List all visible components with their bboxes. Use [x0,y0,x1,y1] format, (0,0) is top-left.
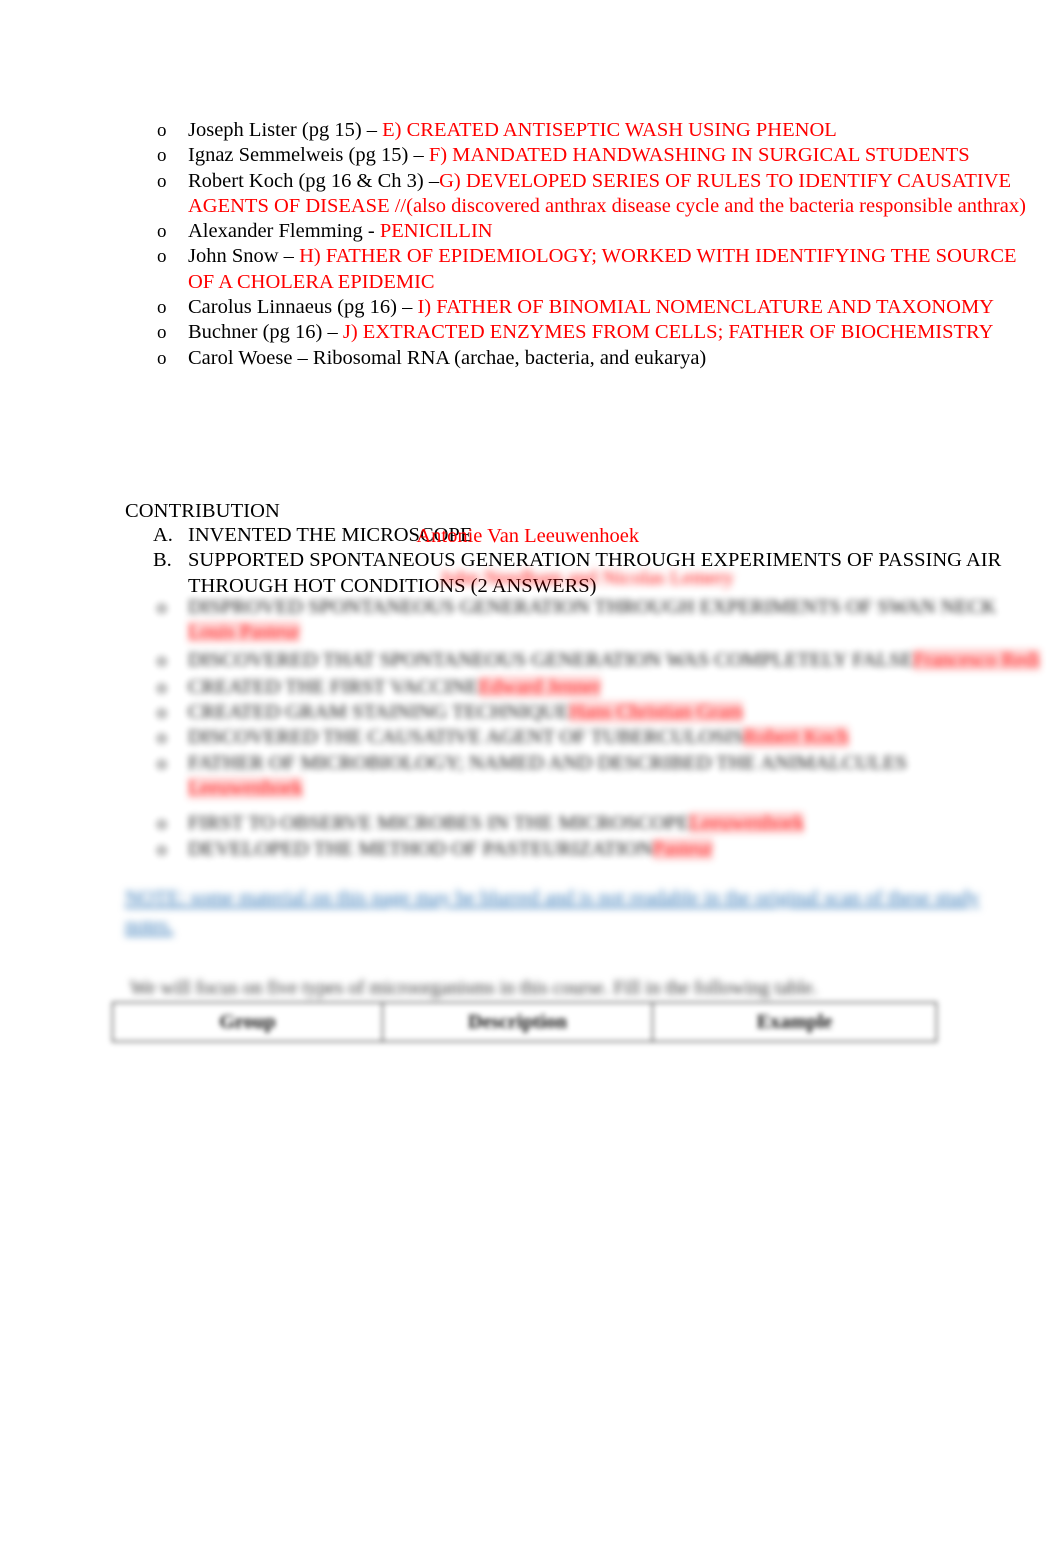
list-item: o John Snow – H) FATHER OF EPIDEMIOLOGY; … [125,244,1045,295]
scientist-name: Carolus Linnaeus (pg 16) – [188,296,418,319]
list-item: o Carolus Linnaeus (pg 16) – I) FATHER OF… [125,295,1045,320]
obscured-answer: Edward Jenner [478,675,602,698]
scientist-answer: F) MANDATED HANDWASHING IN SURGICAL STUD… [428,144,970,167]
blue-annotation-paragraph: NOTE: some material on this page may be … [125,884,1025,940]
bullet-marker: o [157,752,167,774]
bullet-marker: o [157,322,167,344]
bullet-marker: o [157,813,167,835]
obscured-text: DEVELOPED THE METHOD OF PASTEURIZATION [188,837,653,860]
bullet-marker: o [157,676,167,698]
list-item: o Alexander Flemming - PENICILLIN [125,219,1045,244]
obscured-text: FATHER OF MICROBIOLOGY; NAMED AND DESCRI… [188,751,907,774]
bullet-marker: o [157,170,167,192]
obscured-text: DISCOVERED THAT SPONTANEOUS GENERATION W… [188,648,914,671]
table-header-row: Group Description Example [112,1002,937,1042]
obscured-list-item: o CREATED GRAM STAINING TECHNIQUEHans Chr… [125,700,1055,725]
table-header-example: Example [652,1002,937,1042]
list-item: B. SUPPORTED SPONTANEOUS GENERATION THROU… [125,548,1055,599]
scientist-name: Carol Woese – Ribosomal RNA (archae, bac… [188,346,707,369]
scientist-name: Alexander Flemming - [188,220,380,243]
obscured-list-item: o DISCOVERED THAT SPONTANEOUS GENERATION … [125,648,1055,673]
contribution-list: A. INVENTED THE MICROSCOPE Antonie Van Lee… [125,523,1055,599]
bullet-marker: o [157,120,167,141]
list-marker: B. [153,549,172,572]
list-item: o Buchner (pg 16) – J) EXTRACTED ENZYMES … [125,320,1045,345]
scientist-name: Joseph Lister (pg 15) – [188,119,383,141]
obscured-text: DISCOVERED THE CAUSATIVE AGENT OF TUBERC… [188,726,744,749]
obscured-text: DISPROVED SPONTANEOUS GENERATION THROUGH… [188,596,997,618]
list-item: o Robert Koch (pg 16 & Ch 3) –G) DEVELOPE… [125,169,1045,220]
obscured-text: CREATED GRAM STAINING TECHNIQUE [188,701,570,724]
scientist-answer: PENICILLIN [379,220,493,243]
scientist-name: Buchner (pg 16) – [188,321,343,344]
table-header-group: Group [112,1002,383,1042]
bullet-marker: o [157,702,167,724]
microbe-group-table: Group Description Example [112,1002,937,1042]
obscured-answer: Louis Pasteur [188,621,301,644]
obscured-list-item: o FIRST TO OBSERVE MICROBES IN THE MICROS… [125,811,1055,836]
scientist-name: John Snow – [188,245,300,268]
scientist-answer: H) FATHER OF EPIDEMIOLOGY; WORKED WITH I… [188,245,1017,293]
contribution-label: SUPPORTED SPONTANEOUS GENERATION THROUGH… [188,549,1002,597]
list-item: o Ignaz Semmelweis (pg 15) – F) MANDATED … [125,143,1045,168]
scientist-name: Robert Koch (pg 16 & Ch 3) – [188,169,440,192]
bullet-marker: o [157,246,167,268]
scientist-answer: J) EXTRACTED ENZYMES FROM CELLS; FATHER … [342,321,994,344]
obscured-answer: Robert Koch [743,726,849,749]
blue-annotation-text: NOTE: some material on this page may be … [125,887,980,937]
obscured-answer: Leeuwenhoek [188,777,303,800]
document-page: o Joseph Lister (pg 15) – E) CREATED ANTI… [0,0,1062,1561]
scientist-name: Ignaz Semmelweis (pg 15) – [188,144,429,167]
bullet-marker: o [157,347,167,369]
list-item: A. INVENTED THE MICROSCOPE Antonie Van Lee… [125,523,1055,548]
table-header-description: Description [382,1002,653,1042]
obscured-list-item: o FATHER OF MICROBIOLOGY; NAMED AND DESCR… [125,751,1055,776]
bullet-marker: o [157,221,167,243]
list-item: o Joseph Lister (pg 15) – E) CREATED ANTI… [125,118,1045,143]
bullet-marker: o [157,297,167,319]
obscured-answer: Leeuwenhoek [689,812,805,835]
list-item: o Carol Woese – Ribosomal RNA (archae, ba… [125,346,1045,371]
bullet-marker: o [157,145,167,167]
scientist-answer: I) FATHER OF BINOMIAL NOMENCLATURE AND T… [417,296,994,319]
contribution-heading: CONTRIBUTION [125,500,280,522]
obscured-answer-row: Louis Pasteur [125,620,1055,645]
table-caption: We will focus on five types of microorga… [130,978,818,999]
scientists-outline-list: o Joseph Lister (pg 15) – E) CREATED ANTI… [125,118,1045,371]
list-marker: A. [153,524,173,546]
obscured-answer: Hans Christian Gram [569,701,744,724]
obscured-text: CREATED THE FIRST VACCINE [188,675,479,698]
bullet-marker: o [157,838,167,860]
scientist-answer: E) CREATED ANTISEPTIC WASH USING PHENOL [382,119,837,141]
obscured-list-item: o CREATED THE FIRST VACCINEEdward Jenner [125,675,1055,700]
obscured-answer-row: Leeuwenhoek [125,776,1055,801]
contribution-answer: Antonie Van Leeuwenhoek [416,525,640,547]
bullet-marker: o [157,649,167,671]
obscured-list: o DISPROVED SPONTANEOUS GENERATION THROUG… [125,565,1055,875]
obscured-list-item: o DISCOVERED THE CAUSATIVE AGENT OF TUBER… [125,725,1055,750]
obscured-answer: Francesco Redi [913,648,1041,671]
obscured-answer: Pasteur [652,837,714,860]
bullet-marker: o [157,727,167,749]
obscured-text: FIRST TO OBSERVE MICROBES IN THE MICROSC… [188,812,690,835]
obscured-list-item: o DEVELOPED THE METHOD OF PASTEURIZATIONP… [125,837,1055,862]
